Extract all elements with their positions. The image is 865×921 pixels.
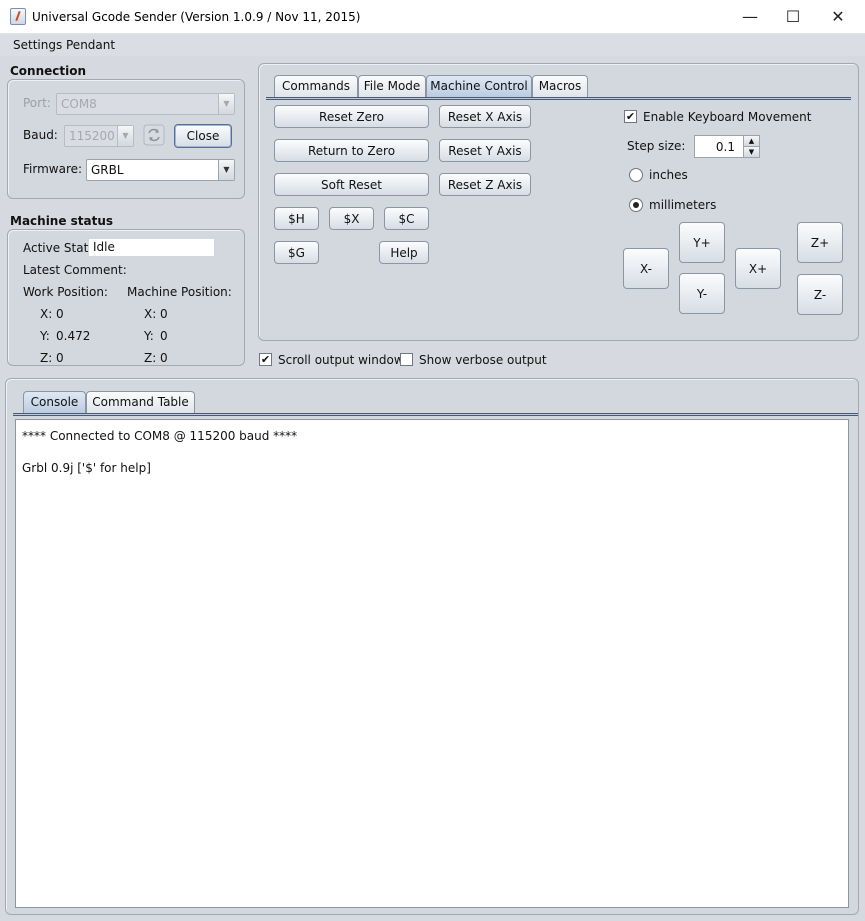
work-y-label: Y: (40, 329, 50, 343)
machine-position-label: Machine Position: (127, 285, 232, 299)
baud-label: Baud: (23, 128, 58, 142)
inches-radio[interactable] (629, 168, 643, 182)
port-label: Port: (23, 96, 51, 110)
jog-x-plus-button[interactable]: X+ (735, 248, 781, 289)
millimeters-radio[interactable] (629, 198, 643, 212)
machine-y-label: Y: (144, 329, 154, 343)
jog-z-minus-button[interactable]: Z- (797, 274, 843, 315)
close-connection-button[interactable]: Close (174, 124, 232, 148)
java-app-icon (10, 8, 26, 25)
chevron-down-icon: ▼ (218, 160, 234, 180)
tab-console[interactable]: Console (23, 391, 86, 414)
active-state-value: Idle (93, 240, 115, 254)
latest-comment-label: Latest Comment: (23, 263, 127, 277)
jog-x-minus-button[interactable]: X- (623, 248, 669, 289)
show-verbose-label: Show verbose output (419, 353, 547, 367)
reset-z-axis-button[interactable]: Reset Z Axis (439, 173, 531, 196)
firmware-label: Firmware: (23, 162, 83, 176)
work-z-label: Z: (40, 351, 53, 365)
spinner-down-icon[interactable]: ▼ (743, 147, 759, 157)
console-line: **** Connected to COM8 @ 115200 baud ***… (22, 429, 298, 443)
machine-y-value: 0 (160, 329, 168, 343)
reset-y-axis-button[interactable]: Reset Y Axis (439, 139, 531, 162)
tab-macros[interactable]: Macros (532, 75, 588, 98)
machine-status-title: Machine status (10, 214, 114, 228)
baud-value: 115200 (69, 129, 115, 143)
gcode-state-g-button[interactable]: $G (274, 241, 319, 264)
window-title: Universal Gcode Sender (Version 1.0.9 / … (32, 10, 361, 24)
tab-file-mode[interactable]: File Mode (358, 75, 426, 98)
machine-z-label: Z: (144, 351, 157, 365)
active-state-field: Idle (89, 239, 214, 256)
jog-y-plus-button[interactable]: Y+ (679, 222, 725, 263)
machine-x-label: X: (144, 307, 157, 321)
unlock-x-button[interactable]: $X (329, 207, 374, 230)
scroll-output-checkbox[interactable]: ✔ (259, 353, 272, 366)
console-tab-underline (13, 413, 858, 416)
port-select[interactable]: COM8 ▼ (56, 93, 235, 115)
spinner-up-icon[interactable]: ▲ (743, 136, 759, 147)
tab-command-table[interactable]: Command Table (86, 391, 195, 414)
minimize-button[interactable]: — (727, 0, 773, 34)
home-h-button[interactable]: $H (274, 207, 319, 230)
jog-z-plus-button[interactable]: Z+ (797, 222, 843, 263)
menu-pendant[interactable]: Pendant (66, 38, 115, 52)
tab-machine-control[interactable]: Machine Control (426, 75, 532, 98)
help-button[interactable]: Help (379, 241, 429, 264)
baud-select[interactable]: 115200 ▼ (64, 125, 134, 147)
chevron-down-icon: ▼ (117, 126, 133, 146)
reset-x-axis-button[interactable]: Reset X Axis (439, 105, 531, 128)
firmware-value: GRBL (91, 163, 124, 177)
work-z-value: 0 (56, 351, 64, 365)
menu-bar: Settings Pendant (0, 34, 865, 56)
chevron-down-icon: ▼ (218, 94, 234, 114)
tab-commands[interactable]: Commands (274, 75, 358, 98)
step-size-spinner[interactable]: 0.1 ▲ ▼ (694, 135, 760, 158)
maximize-button[interactable]: ☐ (770, 0, 816, 34)
work-x-value: 0 (56, 307, 64, 321)
title-bar: Universal Gcode Sender (Version 1.0.9 / … (0, 0, 865, 34)
machine-x-value: 0 (160, 307, 168, 321)
soft-reset-button[interactable]: Soft Reset (274, 173, 429, 196)
tab-underline (266, 97, 851, 100)
enable-keyboard-label: Enable Keyboard Movement (643, 110, 812, 124)
connection-title: Connection (10, 64, 87, 78)
show-verbose-checkbox[interactable] (400, 353, 413, 366)
close-window-button[interactable]: ✕ (815, 0, 861, 34)
enable-keyboard-checkbox[interactable]: ✔ (624, 110, 637, 123)
return-to-zero-button[interactable]: Return to Zero (274, 139, 429, 162)
console-output[interactable]: **** Connected to COM8 @ 115200 baud ***… (15, 419, 849, 908)
scroll-output-label: Scroll output window (278, 353, 404, 367)
firmware-select[interactable]: GRBL ▼ (86, 159, 235, 181)
step-size-value: 0.1 (715, 140, 735, 154)
work-y-value: 0.472 (56, 329, 91, 343)
millimeters-label: millimeters (649, 198, 717, 212)
reset-zero-button[interactable]: Reset Zero (274, 105, 429, 128)
inches-label: inches (649, 168, 688, 182)
check-c-button[interactable]: $C (384, 207, 429, 230)
step-size-label: Step size: (627, 139, 686, 153)
jog-y-minus-button[interactable]: Y- (679, 273, 725, 314)
machine-z-value: 0 (160, 351, 168, 365)
console-line: Grbl 0.9j ['$' for help] (22, 461, 151, 475)
work-x-label: X: (40, 307, 53, 321)
port-value: COM8 (61, 97, 97, 111)
menu-settings[interactable]: Settings (13, 38, 62, 52)
work-position-label: Work Position: (23, 285, 108, 299)
refresh-icon[interactable] (143, 124, 165, 146)
